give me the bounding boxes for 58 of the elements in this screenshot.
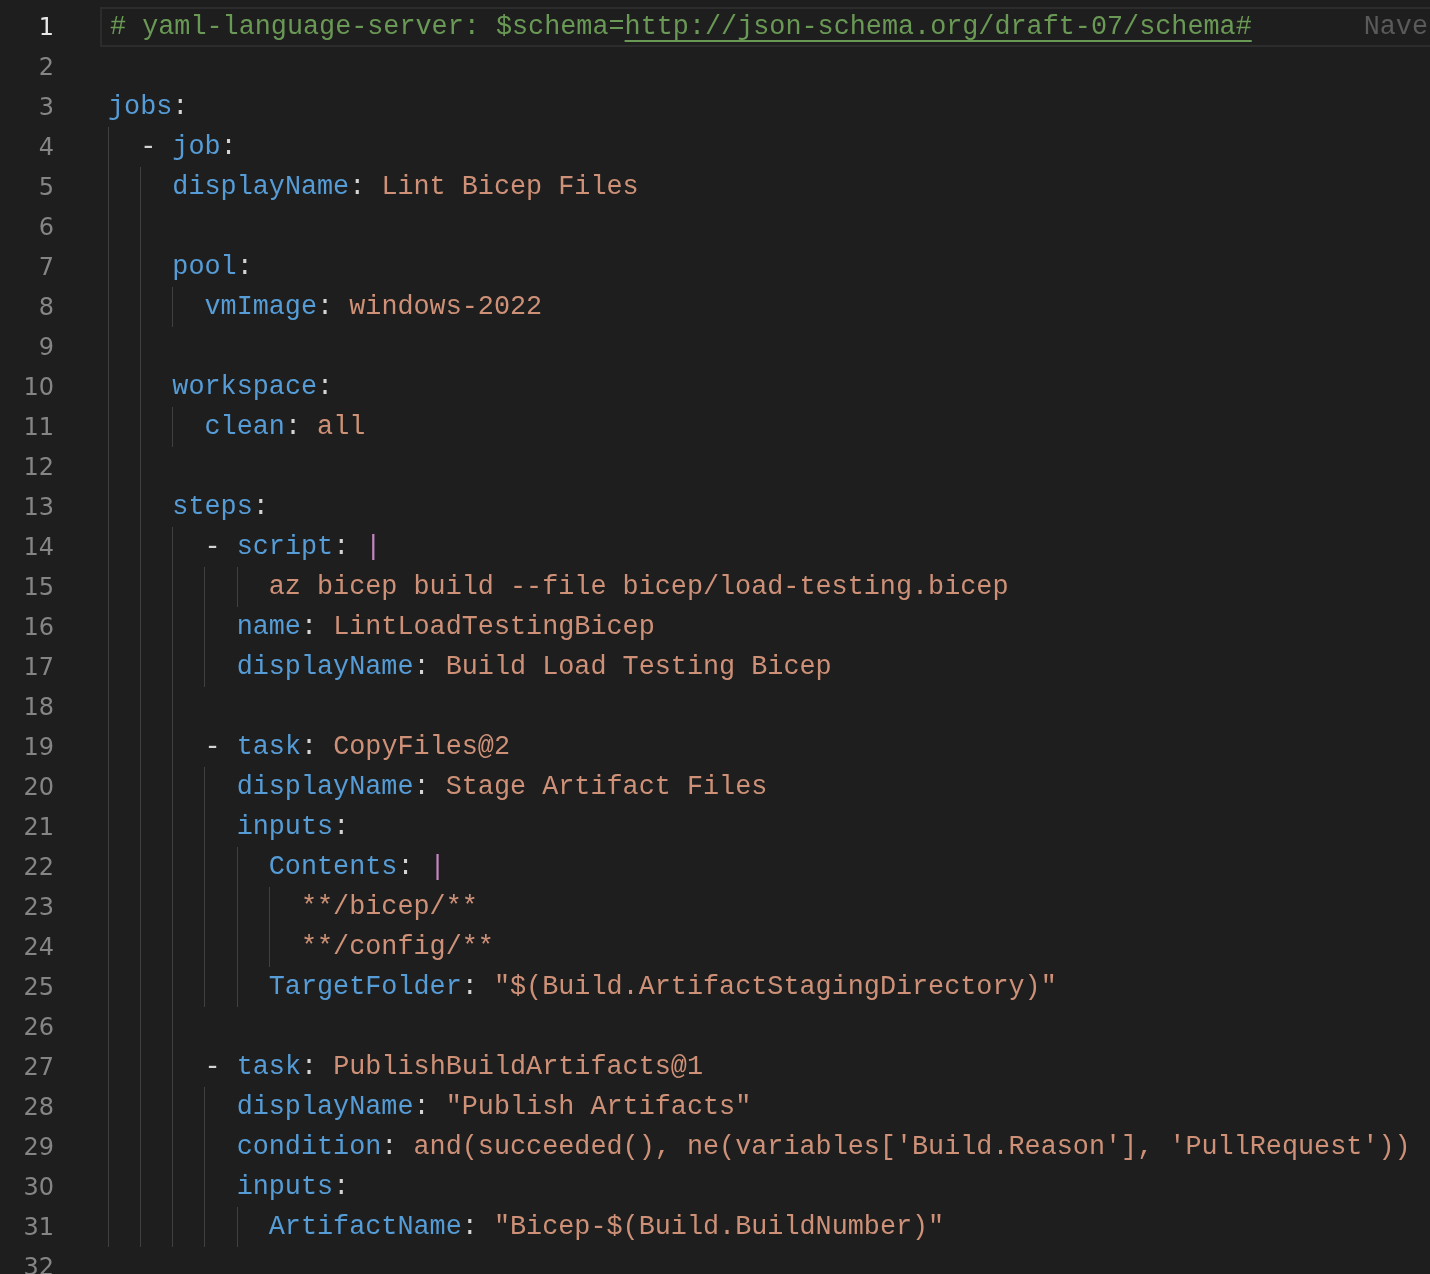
line-number: 30 xyxy=(22,1172,54,1203)
line-number: 20 xyxy=(22,772,54,803)
line-number: 14 xyxy=(22,532,54,563)
line-number: 21 xyxy=(22,812,54,843)
code-line: clean: all xyxy=(204,411,366,444)
code-line: - job: xyxy=(140,131,237,164)
blame-annotation: Nave xyxy=(1363,11,1429,44)
line-number: 6 xyxy=(37,212,54,243)
line-number: 23 xyxy=(22,892,54,923)
line-number: 13 xyxy=(22,492,54,523)
code-line: steps: xyxy=(172,491,269,524)
code-line: - task: PublishBuildArtifacts@1 xyxy=(204,1051,703,1084)
line-number: 22 xyxy=(22,852,54,883)
code-line: TargetFolder: "$(Build.ArtifactStagingDirectory)" xyxy=(268,971,1057,1004)
code-line: workspace: xyxy=(172,371,334,404)
line-number: 4 xyxy=(37,132,54,163)
line-number: 3 xyxy=(37,92,54,123)
line-number: 29 xyxy=(22,1132,54,1163)
code-line: displayName: Stage Artifact Files xyxy=(236,771,768,804)
line-number: 28 xyxy=(22,1092,54,1123)
comment-text: # yaml-language-server: $schema= xyxy=(110,11,625,44)
code-line: name: LintLoadTestingBicep xyxy=(236,611,655,644)
code-line: displayName: Build Load Testing Bicep xyxy=(236,651,832,684)
line-number: 9 xyxy=(37,332,54,363)
line-number: 25 xyxy=(22,972,54,1003)
line-number: 2 xyxy=(37,52,54,83)
line-number: 15 xyxy=(22,572,54,603)
code-line: - script: | xyxy=(204,531,382,564)
code-line: pool: xyxy=(172,251,253,284)
code-line: Contents: | xyxy=(268,851,446,884)
line-number: 26 xyxy=(22,1012,54,1043)
line-number: 5 xyxy=(37,172,54,203)
line-number: 10 xyxy=(22,372,54,403)
code-line: displayName: Lint Bicep Files xyxy=(172,171,639,204)
code-line: **/bicep/** xyxy=(300,891,478,924)
line-number: 1 xyxy=(37,12,54,43)
code-line: vmImage: windows-2022 xyxy=(204,291,543,324)
code-line: inputs: xyxy=(236,811,350,844)
code-line: condition: and(succeeded(), ne(variables['Build.Reason'], 'PullRequest')) xyxy=(236,1131,1411,1164)
line-number: 17 xyxy=(22,652,54,683)
code-line: az bicep build --file bicep/load-testing.bicep xyxy=(268,571,1009,604)
line-number: 16 xyxy=(22,612,54,643)
line-number: 12 xyxy=(22,452,54,483)
line-number: 18 xyxy=(22,692,54,723)
code-line: ArtifactName: "Bicep-$(Build.BuildNumber)" xyxy=(268,1211,945,1244)
code-line: displayName: "Publish Artifacts" xyxy=(236,1091,752,1124)
code-line: **/config/** xyxy=(300,931,494,964)
line-number: 24 xyxy=(22,932,54,963)
code-line: inputs: xyxy=(236,1171,350,1204)
line-number: 11 xyxy=(22,412,54,443)
line-number: 8 xyxy=(37,292,54,323)
code-line: - task: CopyFiles@2 xyxy=(204,731,511,764)
line-number: 27 xyxy=(22,1052,54,1083)
code-line: jobs: xyxy=(108,91,189,124)
schema-link[interactable]: http://json-schema.org/draft-07/schema# xyxy=(624,9,1252,45)
line-number: 19 xyxy=(22,732,54,763)
line-number: 7 xyxy=(37,252,54,283)
line-number: 31 xyxy=(22,1212,54,1243)
